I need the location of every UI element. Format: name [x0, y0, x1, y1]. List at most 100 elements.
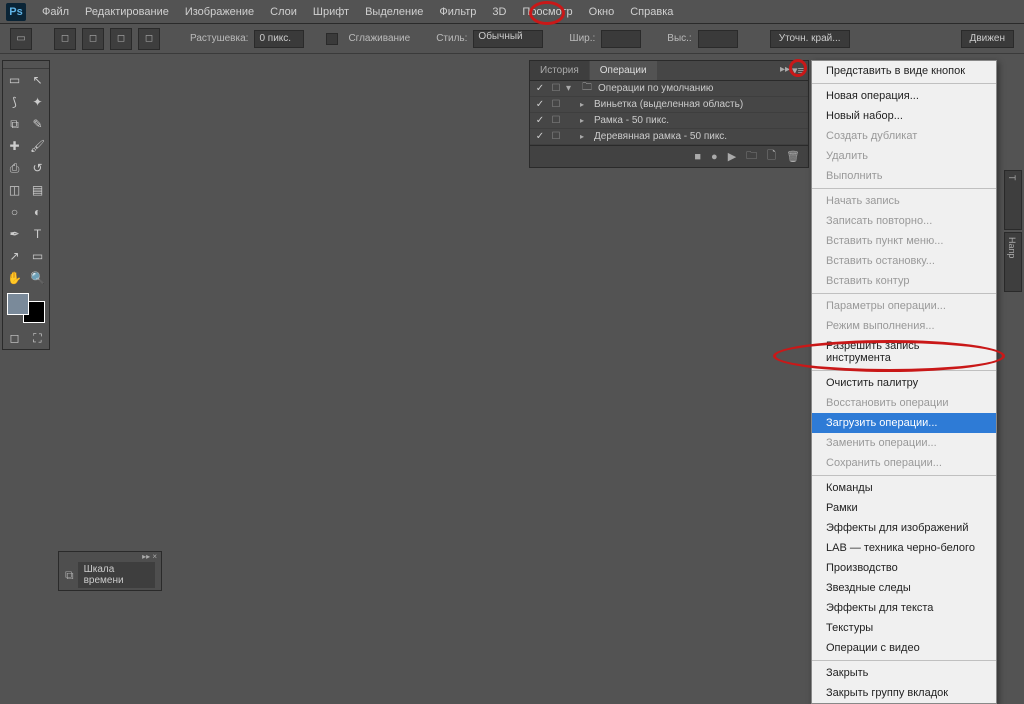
- menu-item[interactable]: Звездные следы: [812, 578, 996, 598]
- height-input[interactable]: [698, 30, 738, 48]
- add-selection-icon[interactable]: ◻: [82, 28, 104, 50]
- quickmask-tool[interactable]: ◻: [3, 327, 26, 349]
- action-set-row[interactable]: ✓ ☐ ▾ 🗀 Операции по умолчанию: [530, 81, 808, 97]
- intersect-selection-icon[interactable]: ◻: [138, 28, 160, 50]
- menu-item[interactable]: Текстуры: [812, 618, 996, 638]
- menu-item[interactable]: Производство: [812, 558, 996, 578]
- menu-image[interactable]: Изображение: [177, 3, 262, 21]
- dialog-icon[interactable]: ☐: [550, 83, 562, 94]
- menu-3d[interactable]: 3D: [484, 3, 514, 21]
- menu-item[interactable]: Рамки: [812, 498, 996, 518]
- path-select-tool[interactable]: ↗: [3, 245, 26, 267]
- play-icon[interactable]: ▶: [728, 150, 736, 163]
- hand-tool[interactable]: ✋: [3, 267, 26, 289]
- type-tool[interactable]: T: [26, 223, 49, 245]
- menu-item[interactable]: Очистить палитру: [812, 373, 996, 393]
- menu-item[interactable]: Команды: [812, 478, 996, 498]
- menu-item[interactable]: LAB — техника черно-белого: [812, 538, 996, 558]
- feather-input[interactable]: [254, 30, 304, 48]
- expand-icon[interactable]: ▸: [580, 132, 590, 141]
- menu-select[interactable]: Выделение: [357, 3, 431, 21]
- subtract-selection-icon[interactable]: ◻: [110, 28, 132, 50]
- check-icon[interactable]: ✓: [534, 99, 546, 110]
- menu-bar: Ps Файл Редактирование Изображение Слои …: [0, 0, 1024, 24]
- brush-tool[interactable]: 🖌: [26, 135, 49, 157]
- new-selection-icon[interactable]: ◻: [54, 28, 76, 50]
- right-tab-2[interactable]: Напр: [1004, 232, 1022, 292]
- height-label: Выс.:: [667, 33, 691, 44]
- menu-view[interactable]: Просмотр: [514, 3, 580, 21]
- expand-icon[interactable]: ▸: [580, 116, 590, 125]
- menu-item: Записать повторно...: [812, 211, 996, 231]
- menu-help[interactable]: Справка: [622, 3, 681, 21]
- dialog-icon[interactable]: ☐: [550, 115, 562, 126]
- timeline-tab[interactable]: Шкала времени: [78, 562, 155, 588]
- menu-edit[interactable]: Редактирование: [77, 3, 177, 21]
- action-row[interactable]: ✓ ☐ ▸ Виньетка (выделенная область): [530, 97, 808, 113]
- tab-actions[interactable]: Операции: [590, 61, 657, 80]
- menu-item[interactable]: Новая операция...: [812, 86, 996, 106]
- record-icon[interactable]: ●: [711, 151, 718, 163]
- menu-item[interactable]: Закрыть группу вкладок: [812, 683, 996, 703]
- history-brush-tool[interactable]: ↺: [26, 157, 49, 179]
- foreground-color[interactable]: [7, 293, 29, 315]
- action-row[interactable]: ✓ ☐ ▸ Рамка - 50 пикс.: [530, 113, 808, 129]
- antialias-checkbox[interactable]: [326, 33, 338, 45]
- menu-item[interactable]: Загрузить операции...: [812, 413, 996, 433]
- stop-icon[interactable]: ■: [694, 151, 701, 163]
- menu-layers[interactable]: Слои: [262, 3, 305, 21]
- menu-item[interactable]: Закрыть: [812, 663, 996, 683]
- check-icon[interactable]: ✓: [534, 115, 546, 126]
- menu-item[interactable]: Представить в виде кнопок: [812, 61, 996, 81]
- refine-edge-button[interactable]: Уточн. край...: [770, 30, 850, 48]
- menu-item[interactable]: Эффекты для изображений: [812, 518, 996, 538]
- menu-item[interactable]: Эффекты для текста: [812, 598, 996, 618]
- gradient-tool[interactable]: ▤: [26, 179, 49, 201]
- color-swatch[interactable]: [7, 293, 45, 323]
- move-tool[interactable]: ↖: [26, 69, 49, 91]
- action-row[interactable]: ✓ ☐ ▸ Деревянная рамка - 50 пикс.: [530, 129, 808, 145]
- feather-label: Растушевка:: [190, 33, 248, 44]
- dialog-icon[interactable]: ☐: [550, 131, 562, 142]
- menu-item[interactable]: Разрешить запись инструмента: [812, 336, 996, 368]
- menu-window[interactable]: Окно: [581, 3, 623, 21]
- expand-icon[interactable]: ▸: [580, 100, 590, 109]
- new-action-icon[interactable]: 🗋: [767, 147, 776, 166]
- stamp-tool[interactable]: ⎙: [3, 157, 26, 179]
- right-tab-1[interactable]: T: [1004, 170, 1022, 230]
- check-icon[interactable]: ✓: [534, 131, 546, 142]
- check-icon[interactable]: ✓: [534, 83, 546, 94]
- marquee-tool[interactable]: ▭: [3, 69, 26, 91]
- screenmode-tool[interactable]: ⛶: [26, 327, 49, 349]
- timeline-grip[interactable]: ▸▸ ×: [59, 552, 161, 560]
- drag-button[interactable]: Движен: [961, 30, 1014, 48]
- eraser-tool[interactable]: ◫: [3, 179, 26, 201]
- width-input[interactable]: [601, 30, 641, 48]
- actions-context-menu: Представить в виде кнопок Новая операция.…: [811, 60, 997, 704]
- panel-menu-icon[interactable]: ▾≡: [792, 64, 804, 77]
- menu-item: Выполнить: [812, 166, 996, 186]
- magic-wand-tool[interactable]: ✦: [26, 91, 49, 113]
- menu-item[interactable]: Операции с видео: [812, 638, 996, 658]
- lasso-tool[interactable]: ⟆: [3, 91, 26, 113]
- tab-history[interactable]: История: [530, 61, 589, 80]
- tool-preset-icon[interactable]: ▭: [10, 28, 32, 50]
- blur-tool[interactable]: ○: [3, 201, 26, 223]
- pen-tool[interactable]: ✒: [3, 223, 26, 245]
- eyedropper-tool[interactable]: ✎: [26, 113, 49, 135]
- style-select[interactable]: Обычный: [473, 30, 543, 48]
- menu-filter[interactable]: Фильтр: [431, 3, 484, 21]
- menu-item[interactable]: Новый набор...: [812, 106, 996, 126]
- zoom-tool[interactable]: 🔍: [26, 267, 49, 289]
- menu-type[interactable]: Шрифт: [305, 3, 357, 21]
- menu-file[interactable]: Файл: [34, 3, 77, 21]
- trash-icon[interactable]: 🗑: [786, 150, 800, 163]
- tools-grip[interactable]: [3, 61, 49, 69]
- dodge-tool[interactable]: ◐: [26, 201, 49, 223]
- new-set-icon[interactable]: 🗀: [746, 147, 757, 166]
- crop-tool[interactable]: ⧉: [3, 113, 26, 135]
- shape-tool[interactable]: ▭: [26, 245, 49, 267]
- spot-heal-tool[interactable]: ✚: [3, 135, 26, 157]
- panel-collapse-icon[interactable]: ▸▸: [780, 64, 790, 75]
- dialog-icon[interactable]: ☐: [550, 99, 562, 110]
